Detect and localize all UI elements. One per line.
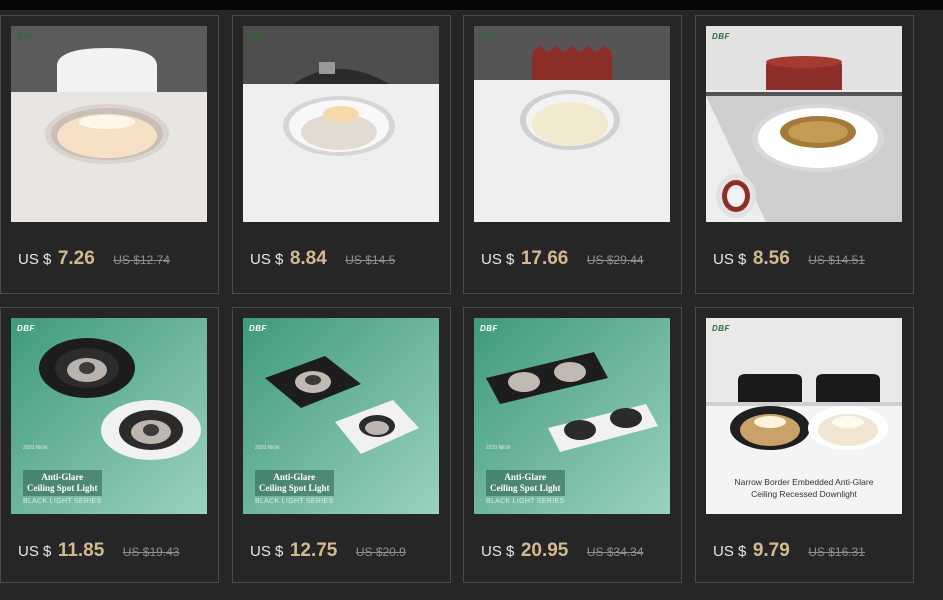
product-card[interactable]: DBF US $ 7.26 US $12.74: [0, 15, 219, 294]
product-image[interactable]: DBF: [11, 26, 207, 222]
product-caption: Anti-Glare Ceiling Spot Light: [486, 470, 565, 496]
currency-label: US $: [481, 251, 515, 268]
product-card[interactable]: DBF US $ 17.66 US $29.44: [463, 15, 682, 294]
new-tag: 2020 NEW: [255, 445, 280, 451]
price: 17.66: [520, 248, 569, 269]
product-image[interactable]: DBF Narrow Border Embedded Anti-Glare Ce…: [706, 318, 902, 514]
product-image[interactable]: DBF: [474, 26, 670, 222]
product-image[interactable]: DBF: [243, 26, 439, 222]
price-row: US $ 12.75 US $20.9: [250, 540, 406, 562]
brand-logo: DBF: [17, 32, 35, 41]
brand-logo: DBF: [712, 32, 730, 41]
product-image[interactable]: DBF: [706, 26, 902, 222]
original-price: US $20.9: [355, 545, 406, 559]
product-image[interactable]: DBF 2020 NEW Anti-Glare Ceiling Spot Lig…: [11, 318, 207, 514]
recessed-downlight-image: [11, 26, 207, 222]
original-price: US $14.5: [345, 253, 396, 267]
product-card[interactable]: DBF US $ 8.84 US $14.5: [232, 15, 451, 294]
price: 12.75: [289, 540, 338, 561]
product-caption: Narrow Border Embedded Anti-Glare Ceilin…: [734, 477, 874, 499]
currency-label: US $: [250, 251, 284, 268]
price-row: US $ 20.95 US $34.34: [481, 540, 644, 562]
adjustable-spotlight-image: [243, 26, 439, 222]
original-price: US $19.43: [122, 545, 180, 559]
new-tag: 2020 NEW: [486, 445, 511, 451]
price-row: US $ 8.84 US $14.5: [250, 248, 395, 270]
price: 8.84: [289, 248, 327, 269]
top-bar: [0, 0, 943, 10]
currency-label: US $: [18, 251, 52, 268]
product-caption: Anti-Glare Ceiling Spot Light: [23, 470, 102, 496]
product-card[interactable]: DBF 2020 NEW Anti-Glare Ceiling Spot Lig…: [232, 307, 451, 583]
brand-logo: DBF: [480, 32, 498, 41]
currency-label: US $: [18, 543, 52, 560]
product-card[interactable]: DBF 2020 NEW Anti-Glare Ceiling Spot Lig…: [0, 307, 219, 583]
series-label: BLACK LIGHT SERIES: [486, 498, 565, 505]
product-card[interactable]: DBF 2020 NEW Anti-Glare Ceiling Spot Lig…: [463, 307, 682, 583]
product-image[interactable]: DBF 2020 NEW Anti-Glare Ceiling Spot Lig…: [474, 318, 670, 514]
original-price: US $12.74: [113, 253, 170, 267]
series-label: BLACK LIGHT SERIES: [255, 498, 334, 505]
red-heatsink-downlight-image: [474, 26, 670, 222]
currency-label: US $: [713, 251, 747, 268]
new-tag: 2020 NEW: [23, 445, 48, 451]
price-row: US $ 8.56 US $14.51: [713, 248, 865, 270]
price: 8.56: [752, 248, 790, 269]
product-caption: Anti-Glare Ceiling Spot Light: [255, 470, 334, 496]
price-row: US $ 9.79 US $16.31: [713, 540, 865, 562]
price-row: US $ 7.26 US $12.74: [18, 248, 170, 270]
original-price: US $16.31: [808, 545, 865, 559]
currency-label: US $: [250, 543, 284, 560]
original-price: US $29.44: [586, 253, 644, 267]
price: 7.26: [57, 248, 95, 269]
product-image[interactable]: DBF 2020 NEW Anti-Glare Ceiling Spot Lig…: [243, 318, 439, 514]
brand-logo: DBF: [249, 324, 267, 333]
price-row: US $ 11.85 US $19.43: [18, 540, 179, 562]
price: 11.85: [57, 540, 105, 561]
price: 20.95: [520, 540, 569, 561]
currency-label: US $: [481, 543, 515, 560]
original-price: US $34.34: [586, 545, 644, 559]
price-row: US $ 17.66 US $29.44: [481, 248, 644, 270]
brand-logo: DBF: [480, 324, 498, 333]
price: 9.79: [752, 540, 790, 561]
currency-label: US $: [713, 543, 747, 560]
brand-logo: DBF: [249, 32, 267, 41]
brand-logo: DBF: [17, 324, 35, 333]
product-card[interactable]: DBF Narrow Border Embedded Anti-Glare Ce…: [695, 307, 914, 583]
product-card[interactable]: DBF US $ 8.56 US $14.51: [695, 15, 914, 294]
series-label: BLACK LIGHT SERIES: [23, 498, 102, 505]
brand-logo: DBF: [712, 324, 730, 333]
original-price: US $14.51: [808, 253, 865, 267]
honeycomb-downlight-image: [706, 26, 902, 222]
